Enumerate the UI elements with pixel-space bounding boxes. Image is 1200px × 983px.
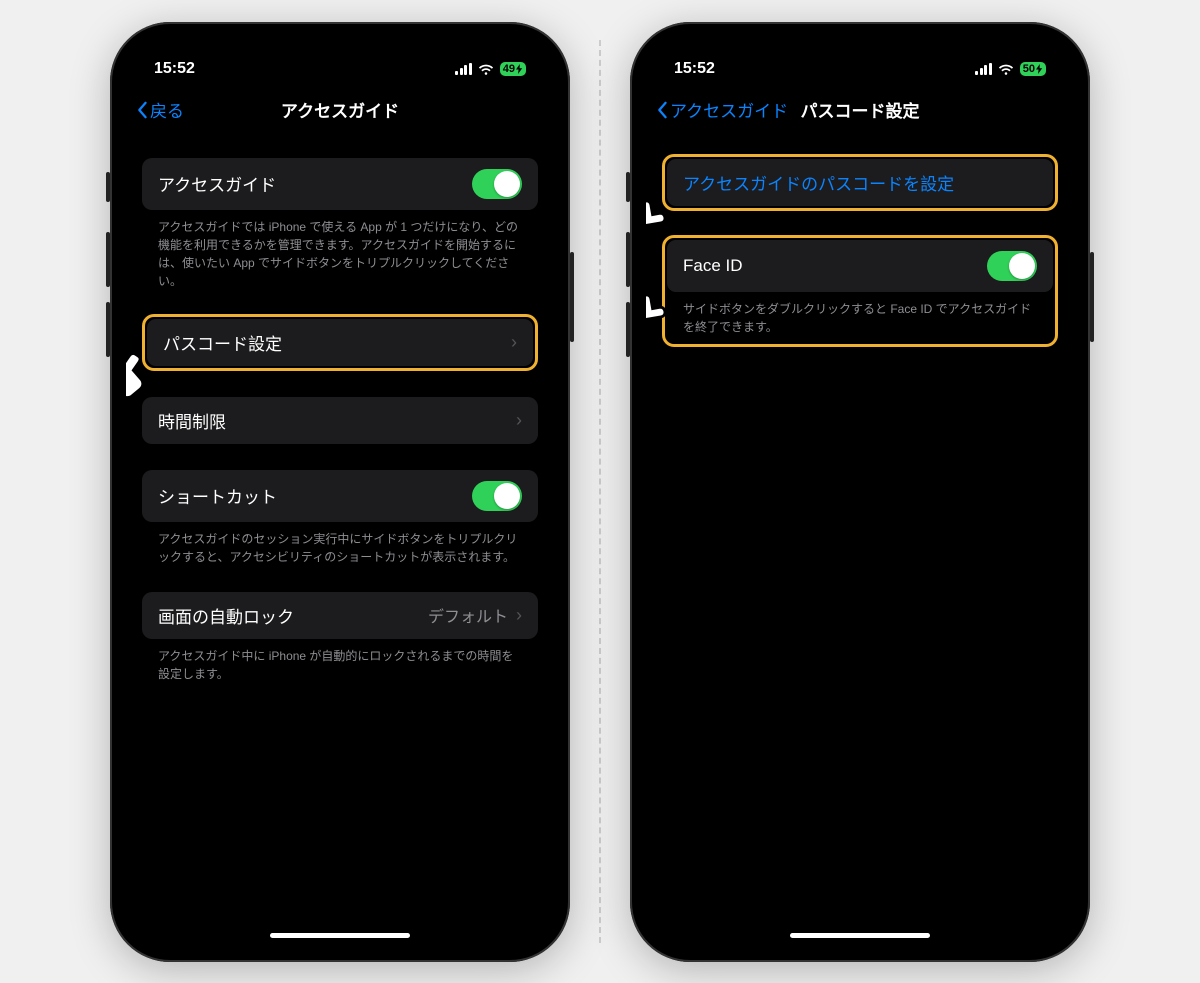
status-time: 15:52 (674, 60, 715, 78)
row-shortcut-toggle[interactable]: ショートカット (142, 470, 538, 522)
chevron-right-icon: › (516, 605, 522, 626)
row-auto-lock[interactable]: 画面の自動ロック デフォルト › (142, 592, 538, 639)
row-label: アクセスガイドのパスコードを設定 (683, 170, 954, 195)
footer-text: アクセスガイドでは iPhone で使える App が 1 つだけになり、どの機… (142, 210, 538, 290)
nav-bar: アクセスガイド パスコード設定 (646, 88, 1074, 132)
chevron-left-icon (136, 101, 148, 119)
chevron-right-icon: › (516, 410, 522, 431)
chevron-right-icon: › (511, 332, 517, 353)
home-indicator[interactable] (790, 933, 930, 938)
vertical-divider (599, 40, 601, 943)
chevron-left-icon (656, 101, 668, 119)
toggle-switch[interactable] (987, 251, 1037, 281)
nav-bar: 戻る アクセスガイド (126, 88, 554, 132)
row-label: パスコード設定 (163, 330, 282, 355)
phone-frame-right: 15:52 50 アクセスガイド パスコード設定 アクセスガイドのパスコードを設… (630, 22, 1090, 962)
row-set-passcode[interactable]: アクセスガイドのパスコードを設定 (667, 159, 1053, 206)
home-indicator[interactable] (270, 933, 410, 938)
footer-text: アクセスガイドのセッション実行中にサイドボタンをトリプルクリックすると、アクセシ… (142, 522, 538, 566)
back-label: アクセスガイド (670, 97, 788, 122)
status-time: 15:52 (154, 60, 195, 78)
signal-icon (455, 63, 472, 75)
row-face-id-toggle[interactable]: Face ID (667, 240, 1053, 292)
battery-icon: 50 (1020, 62, 1046, 76)
battery-icon: 49 (500, 62, 526, 76)
row-label: 画面の自動ロック (158, 603, 294, 628)
pointer-hand-icon (646, 196, 672, 246)
row-label: ショートカット (158, 483, 277, 508)
toggle-switch[interactable] (472, 169, 522, 199)
status-bar: 15:52 50 (646, 38, 1074, 88)
row-passcode-settings[interactable]: パスコード設定 › (147, 319, 533, 366)
row-label: Face ID (683, 256, 743, 276)
pointer-hand-icon (126, 348, 158, 398)
highlight-passcode: パスコード設定 › (142, 314, 538, 371)
highlight-set-passcode: アクセスガイドのパスコードを設定 (662, 154, 1058, 211)
page-title: パスコード設定 (801, 97, 920, 122)
phone-frame-left: 15:52 49 戻る アクセスガイド アクセスガイド (110, 22, 570, 962)
row-label: アクセスガイド (158, 171, 276, 196)
footer-text: サイドボタンをダブルクリックすると Face ID でアクセスガイドを終了できま… (667, 292, 1053, 342)
back-button[interactable]: アクセスガイド (656, 97, 788, 122)
page-title: アクセスガイド (281, 97, 399, 122)
row-guided-access-toggle[interactable]: アクセスガイド (142, 158, 538, 210)
footer-text: アクセスガイド中に iPhone が自動的にロックされるまでの時間を設定します。 (142, 639, 538, 683)
row-value: デフォルト (428, 603, 508, 627)
highlight-face-id: Face ID サイドボタンをダブルクリックすると Face ID でアクセスガ… (662, 235, 1058, 347)
status-bar: 15:52 49 (126, 38, 554, 88)
toggle-switch[interactable] (472, 481, 522, 511)
signal-icon (975, 63, 992, 75)
back-label: 戻る (150, 97, 184, 122)
wifi-icon (998, 63, 1014, 75)
row-label: 時間制限 (158, 408, 226, 433)
back-button[interactable]: 戻る (136, 97, 184, 122)
wifi-icon (478, 63, 494, 75)
row-time-limits[interactable]: 時間制限 › (142, 397, 538, 444)
pointer-hand-icon (646, 290, 672, 340)
